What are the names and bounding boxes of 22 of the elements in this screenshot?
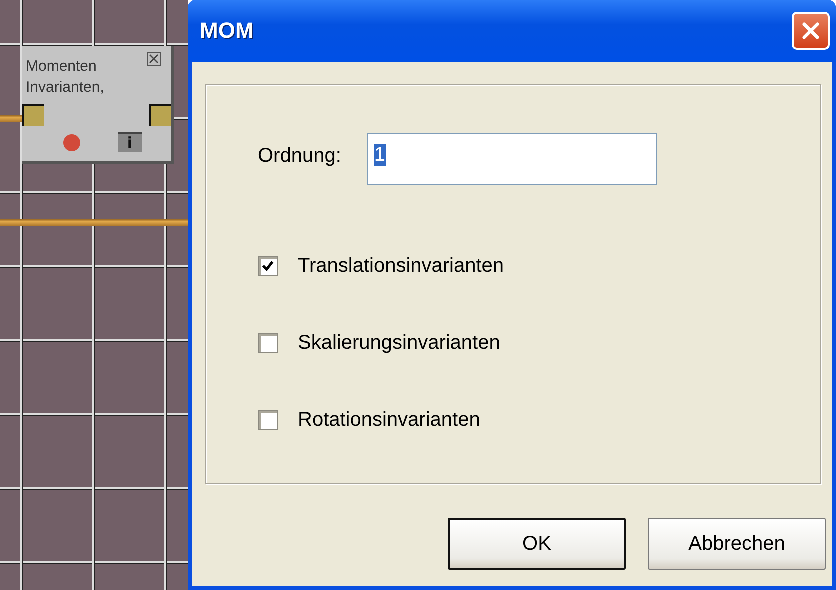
- dialog-button[interactable]: OK: [448, 518, 626, 570]
- field-value: 1: [374, 144, 386, 166]
- check-icon: [261, 259, 275, 273]
- checkbox-label: Rotationsinvarianten: [298, 408, 480, 432]
- close-icon[interactable]: [147, 52, 161, 66]
- window-title: MOM: [200, 18, 254, 44]
- close-button[interactable]: [792, 12, 830, 50]
- order-field[interactable]: 1: [367, 133, 658, 185]
- order-label: Ordnung:: [258, 145, 342, 168]
- node-title: Momenten Invarianten,: [26, 57, 106, 98]
- dialog-button[interactable]: Abbrechen: [648, 518, 826, 570]
- output-port[interactable]: [149, 104, 171, 126]
- checkbox[interactable]: [258, 333, 278, 353]
- record-icon[interactable]: [62, 133, 82, 153]
- input-port[interactable]: [22, 104, 44, 126]
- close-icon: [800, 20, 822, 42]
- node-card[interactable]: Momenten Invarianten, i: [22, 46, 174, 164]
- checkbox[interactable]: [258, 410, 278, 430]
- info-button[interactable]: i: [118, 132, 142, 152]
- checkbox-label: Skalierungsinvarianten: [298, 332, 500, 354]
- checkbox[interactable]: [258, 256, 278, 276]
- checkbox-label: Translationsinvarianten: [298, 254, 504, 278]
